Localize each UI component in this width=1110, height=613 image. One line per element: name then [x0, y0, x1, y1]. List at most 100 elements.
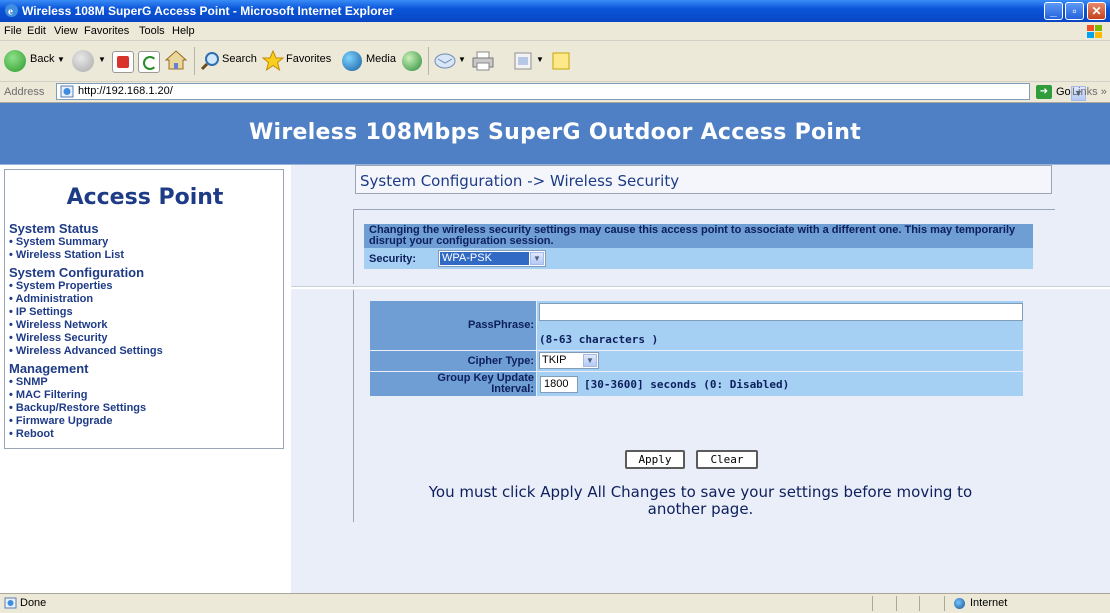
menu-help[interactable]: Help [172, 25, 195, 37]
media-button[interactable]: Media [366, 53, 396, 65]
nav-item-label: Wireless Station List [15, 249, 125, 261]
status-separator [944, 596, 945, 611]
group-key-interval-label: Group Key Update Interval: [370, 372, 536, 396]
security-label: Security: [369, 253, 417, 265]
status-separator [896, 596, 897, 611]
nav-item-wireless-station-list[interactable]: • Wireless Station List [9, 249, 124, 261]
nav-item-system-properties[interactable]: • System Properties [9, 280, 113, 292]
chevron-down-icon[interactable]: ▼ [583, 354, 597, 367]
apply-note-line1: You must click Apply All Changes to save… [428, 483, 973, 501]
security-select[interactable]: WPA-PSK ▼ [438, 250, 546, 267]
security-zone-text: Internet [970, 597, 1008, 609]
refresh-icon[interactable] [138, 51, 160, 73]
nav-item-label: Wireless Advanced Settings [15, 345, 163, 357]
status-separator [872, 596, 873, 611]
nav-item-firmware-upgrade[interactable]: • Firmware Upgrade [9, 415, 113, 427]
nav-item-wireless-advanced-settings[interactable]: • Wireless Advanced Settings [9, 345, 163, 357]
internet-zone-icon [954, 598, 965, 609]
address-label: Address [4, 86, 45, 98]
messenger-icon[interactable] [552, 52, 570, 70]
search-icon[interactable] [200, 50, 222, 72]
window-title: Wireless 108M SuperG Access Point - Micr… [22, 4, 394, 18]
nav-item-reboot[interactable]: • Reboot [9, 428, 54, 440]
address-input[interactable]: http://192.168.1.20/ ▼ [56, 83, 1086, 101]
menu-view[interactable]: View [54, 25, 78, 37]
passphrase-input[interactable] [539, 303, 1023, 321]
history-icon[interactable] [402, 51, 422, 71]
menu-favorites[interactable]: Favorites [84, 25, 129, 37]
favorites-button[interactable]: Favorites [286, 53, 331, 65]
warning-text: Changing the wireless security settings … [369, 224, 1016, 247]
toolbar-separator [428, 47, 429, 75]
status-separator [919, 596, 920, 611]
mail-icon[interactable] [434, 52, 456, 70]
clear-button[interactable]: Clear [696, 450, 758, 469]
apply-note: You must click Apply All Changes to save… [291, 484, 1110, 518]
sidebar: Access Point System Status • System Summ… [0, 165, 291, 593]
menu-edit[interactable]: Edit [27, 25, 46, 37]
section-divider [291, 286, 1110, 289]
address-bar: Address http://192.168.1.20/ ▼ ➜ Go Link… [0, 82, 1110, 103]
maximize-button[interactable]: ▫ [1065, 2, 1084, 20]
links-toolbar[interactable]: Links » [1072, 86, 1107, 98]
group-key-interval-input[interactable]: 1800 [540, 376, 578, 393]
svg-text:e: e [8, 6, 13, 18]
minimize-button[interactable]: _ [1044, 2, 1063, 20]
edit-dropdown-icon[interactable]: ▼ [536, 55, 544, 64]
menu-tools[interactable]: Tools [139, 25, 165, 37]
cipher-type-label: Cipher Type: [370, 351, 536, 371]
nav-item-wireless-security[interactable]: • Wireless Security [9, 332, 108, 344]
nav-item-label: System Summary [15, 236, 109, 248]
passphrase-hint: (8-63 characters ) [539, 333, 659, 346]
sidebar-box: Access Point System Status • System Summ… [4, 169, 284, 449]
stop-icon[interactable] [112, 51, 134, 73]
cipher-type-cell: TKIP ▼ [537, 351, 1023, 371]
nav-item-system-summary[interactable]: • System Summary [9, 236, 108, 248]
nav-item-ip-settings[interactable]: • IP Settings [9, 306, 73, 318]
home-icon[interactable] [164, 49, 188, 71]
nav-item-mac-filtering[interactable]: • MAC Filtering [9, 389, 87, 401]
security-selected-value: WPA-PSK [440, 252, 529, 265]
sidebar-title: Access Point [66, 185, 224, 210]
back-arrow-icon[interactable] [4, 50, 26, 72]
nav-item-backup-restore-settings[interactable]: • Backup/Restore Settings [9, 402, 146, 414]
group-key-interval-cell: 1800 [30-3600] seconds (0: Disabled) [537, 372, 1023, 396]
page-banner: Wireless 108Mbps SuperG Outdoor Access P… [0, 103, 1110, 165]
nav-item-label: Wireless Security [15, 332, 108, 344]
back-dropdown-icon[interactable]: ▼ [57, 55, 65, 64]
ie-logo-icon: e [5, 4, 18, 18]
forward-arrow-icon[interactable] [72, 50, 94, 72]
search-button[interactable]: Search [222, 53, 257, 65]
nav-item-label: IP Settings [15, 306, 73, 318]
chevron-down-icon[interactable]: ▼ [530, 252, 544, 265]
breadcrumb-box: System Configuration -> Wireless Securit… [355, 165, 1052, 194]
menu-file[interactable]: File [4, 25, 22, 37]
cipher-type-select[interactable]: TKIP ▼ [539, 352, 599, 369]
back-button[interactable]: Back [30, 53, 54, 65]
favorites-star-icon[interactable] [262, 50, 284, 72]
nav-item-snmp[interactable]: • SNMP [9, 376, 48, 388]
cipher-type-value: TKIP [542, 354, 567, 366]
breadcrumb: System Configuration -> Wireless Securit… [360, 172, 680, 190]
nav-item-label: SNMP [15, 376, 48, 388]
forward-dropdown-icon[interactable]: ▼ [98, 55, 106, 64]
edit-icon[interactable] [514, 52, 532, 70]
passphrase-cell: (8-63 characters ) [537, 301, 1023, 350]
nav-item-administration[interactable]: • Administration [9, 293, 93, 305]
nav-item-wireless-network[interactable]: • Wireless Network [9, 319, 108, 331]
go-button[interactable]: Go [1056, 86, 1071, 98]
media-icon[interactable] [342, 51, 362, 71]
security-section: Changing the wireless security settings … [353, 209, 1055, 284]
close-button[interactable]: ✕ [1087, 2, 1106, 20]
page-done-icon [4, 597, 17, 609]
nav-heading-system-status: System Status [9, 221, 99, 236]
address-url: http://192.168.1.20/ [78, 85, 173, 97]
print-icon[interactable] [472, 51, 494, 71]
mail-dropdown-icon[interactable]: ▼ [458, 55, 466, 64]
nav-item-label: Administration [15, 293, 94, 305]
main-panel: System Configuration -> Wireless Securit… [291, 165, 1110, 593]
go-arrow-icon[interactable]: ➜ [1036, 85, 1052, 99]
apply-note-line2: another page. [647, 500, 754, 518]
nav-item-label: Firmware Upgrade [15, 415, 113, 427]
apply-button[interactable]: Apply [625, 450, 685, 469]
